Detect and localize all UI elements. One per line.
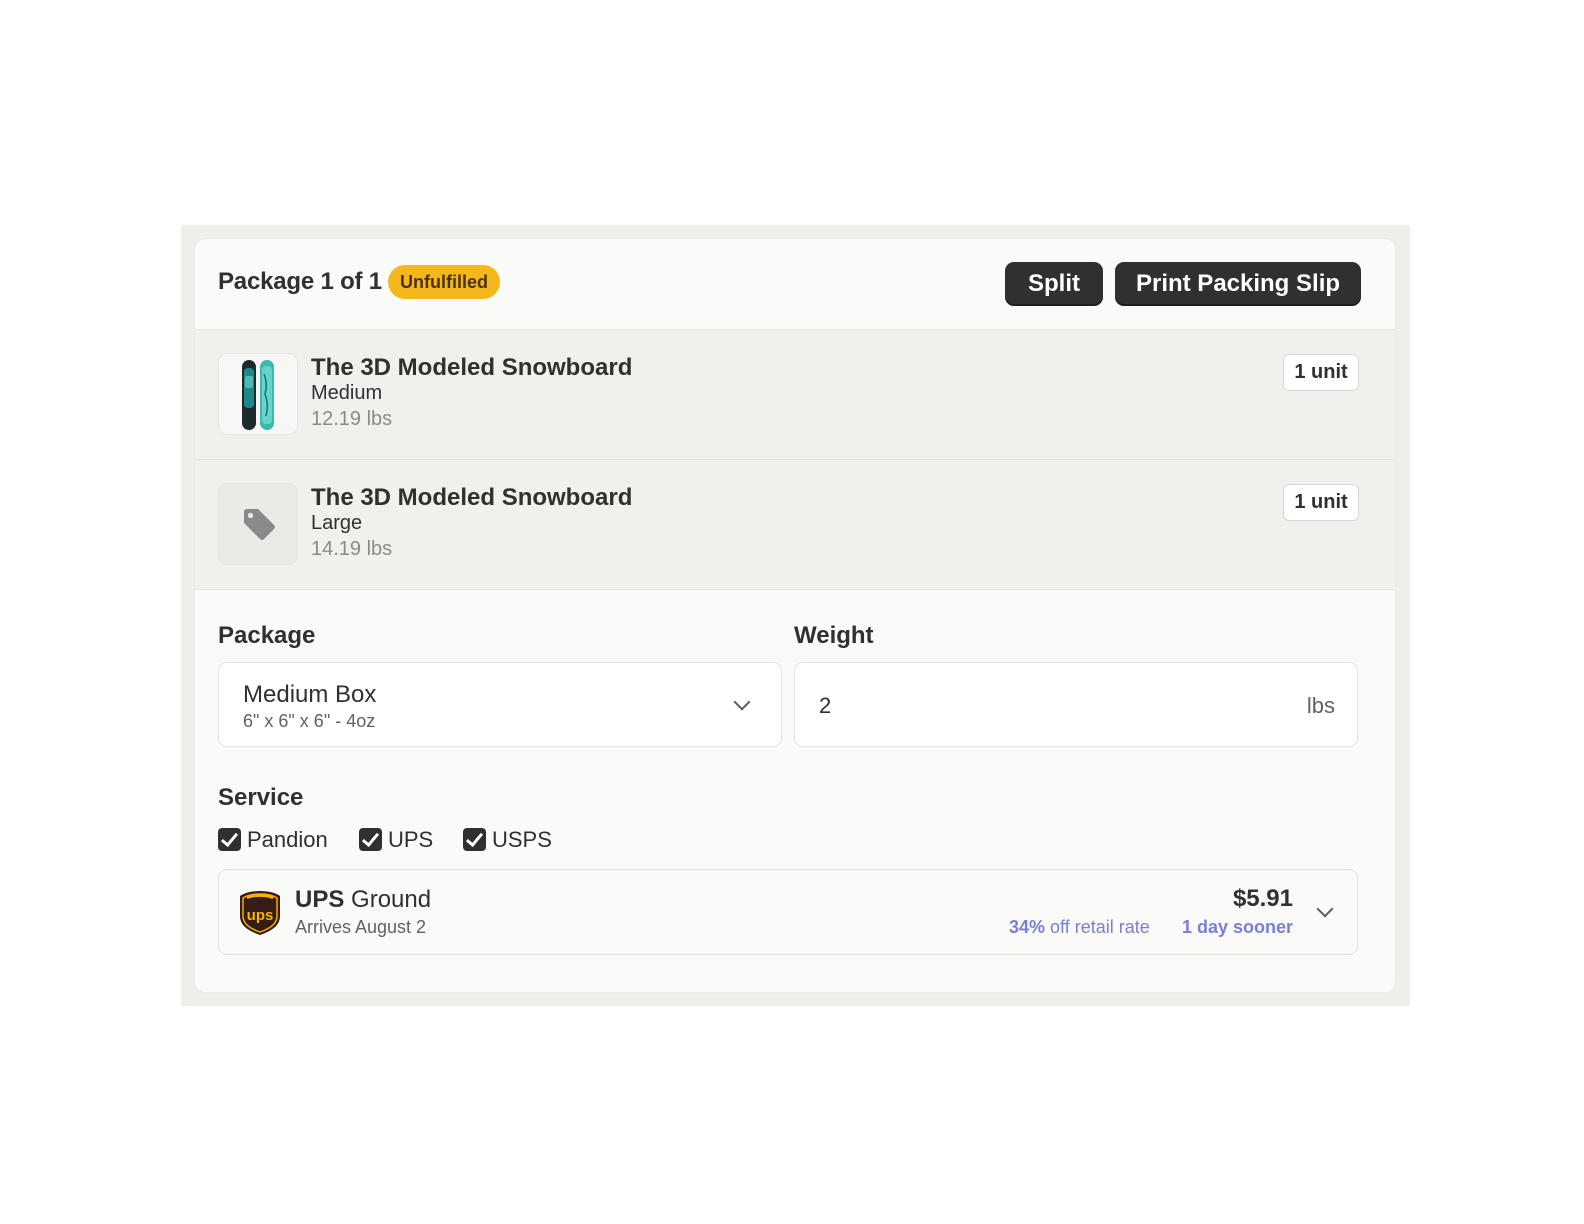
package-dimensions: 6" x 6" x 6" - 4oz bbox=[243, 711, 376, 731]
quantity-badge: 1 unit bbox=[1283, 484, 1359, 521]
checkbox-checked-icon[interactable] bbox=[359, 828, 382, 851]
item-weight: 12.19 lbs bbox=[311, 408, 393, 430]
item-weight: 14.19 lbs bbox=[311, 538, 393, 560]
weight-unit: lbs bbox=[1306, 693, 1335, 718]
status-badge: Unfulfilled bbox=[388, 265, 500, 299]
package-header: Package 1 of 1 Unfulfilled Split Print P… bbox=[195, 239, 1395, 330]
item-name: The 3D Modeled Snowboard bbox=[311, 354, 633, 381]
carrier-checkbox-pandion[interactable]: Pandion bbox=[218, 827, 328, 853]
carrier-checkbox-label: Pandion bbox=[247, 827, 328, 852]
carrier-checkbox-usps[interactable]: USPS bbox=[463, 827, 553, 853]
shipping-rate-option[interactable]: ups UPS Ground Arrives August 2 $5.91 34… bbox=[218, 869, 1358, 955]
line-item: The 3D Modeled Snowboard Medium 12.19 lb… bbox=[195, 330, 1395, 460]
service-label: Service bbox=[218, 784, 304, 811]
rate-service-name: UPS Ground bbox=[295, 886, 431, 914]
package-selected-value: Medium Box bbox=[243, 681, 377, 708]
rate-discount-text: off retail rate bbox=[1050, 917, 1150, 937]
rate-discount-percent: 34% bbox=[1009, 917, 1046, 937]
chevron-down-icon bbox=[733, 693, 751, 711]
carrier-checkbox-label: USPS bbox=[492, 827, 552, 852]
item-name: The 3D Modeled Snowboard bbox=[311, 484, 633, 511]
rate-speed: 1 day sooner bbox=[1181, 917, 1293, 937]
checkbox-checked-icon[interactable] bbox=[218, 828, 241, 851]
item-variant: Large bbox=[311, 512, 363, 534]
print-packing-slip-button[interactable]: Print Packing Slip bbox=[1115, 262, 1361, 306]
chevron-down-icon[interactable] bbox=[1316, 900, 1334, 918]
ups-logo-icon: ups bbox=[240, 891, 280, 935]
carrier-checkbox-label: UPS bbox=[388, 827, 434, 852]
quantity-badge: 1 unit bbox=[1283, 354, 1359, 391]
snowboard-image bbox=[219, 354, 297, 434]
item-variant: Medium bbox=[311, 382, 383, 404]
rate-carrier: UPS bbox=[295, 886, 345, 913]
tag-icon bbox=[244, 509, 275, 540]
rate-arrival: Arrives August 2 bbox=[295, 917, 427, 937]
carrier-checkbox-ups[interactable]: UPS bbox=[359, 827, 434, 853]
package-title: Package 1 of 1 bbox=[218, 268, 382, 295]
rate-price: $5.91 bbox=[1232, 885, 1293, 912]
package-label: Package bbox=[218, 622, 316, 649]
rate-discount: 34% off retail rate bbox=[1009, 917, 1150, 938]
split-button[interactable]: Split bbox=[1005, 262, 1103, 306]
package-card: Package 1 of 1 Unfulfilled Split Print P… bbox=[195, 239, 1395, 992]
weight-value: 2 bbox=[819, 693, 832, 718]
line-item: The 3D Modeled Snowboard Large 14.19 lbs… bbox=[195, 460, 1395, 590]
outer-frame: Package 1 of 1 Unfulfilled Split Print P… bbox=[181, 225, 1410, 1006]
rate-service: Ground bbox=[351, 886, 432, 913]
weight-label: Weight bbox=[794, 622, 874, 649]
svg-text:ups: ups bbox=[247, 907, 274, 924]
weight-input[interactable]: 2 lbs bbox=[794, 662, 1358, 747]
package-select[interactable]: Medium Box 6" x 6" x 6" - 4oz bbox=[218, 662, 782, 747]
product-placeholder bbox=[219, 484, 297, 564]
checkbox-checked-icon[interactable] bbox=[463, 828, 486, 851]
